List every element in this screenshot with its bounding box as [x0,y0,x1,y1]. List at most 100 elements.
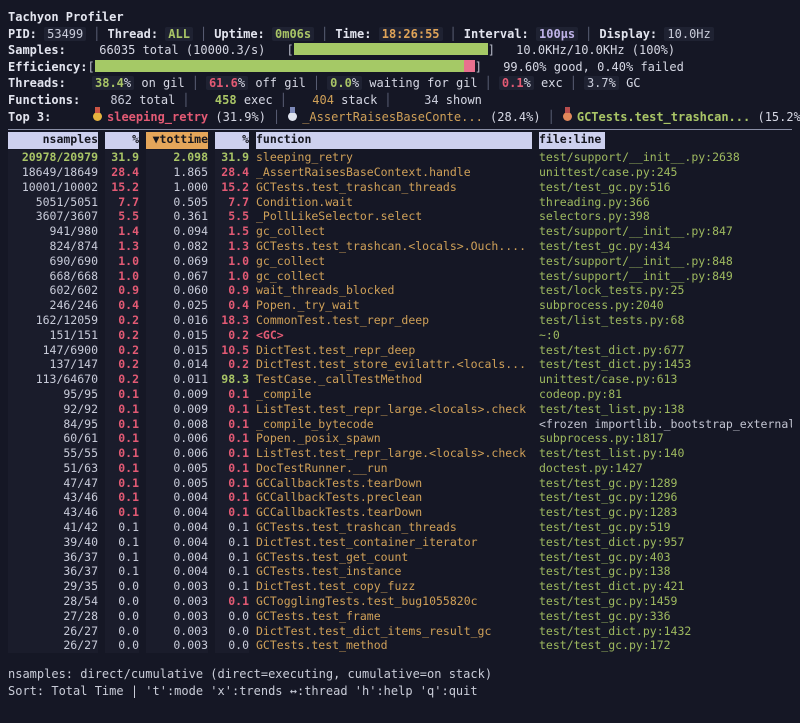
function-cell: DictTest.test_repr_deep [256,343,532,358]
table-row[interactable]: 60/610.10.0060.1Popen._posix_spawnsubpro… [8,431,792,446]
thread-stat-value: 0.1% [499,76,534,90]
column-header-tottime-sorted[interactable]: ▼tottime [146,132,208,149]
nsamples-cell: 3607/3607 [8,209,98,224]
uptime-label: Uptime: [214,27,272,41]
table-row[interactable]: 941/9801.40.0941.5gc_collecttest/support… [8,224,792,239]
direct-pct-cell: 1.3 [105,239,139,254]
function-cell: wait_threads_blocked [256,283,532,298]
table-row[interactable]: 36/370.10.0040.1GCTests.test_get_countte… [8,550,792,565]
table-row[interactable]: 151/1510.20.0150.2<GC>~:0 [8,328,792,343]
nsamples-cell: 60/61 [8,431,98,446]
table-row[interactable]: 55/550.10.0060.1ListTest.test_repr_large… [8,446,792,461]
tottime-cell: 0.008 [146,417,208,432]
file-line-cell: selectors.py:398 [539,209,792,224]
tottime-cell: 0.004 [146,535,208,550]
tottime-cell: 0.060 [146,283,208,298]
efficiency-line: Efficiency:[] 99.60% good, 0.40% failed [8,59,792,76]
bronze-medal-icon [563,112,572,121]
table-row[interactable]: 51/630.10.0050.1DocTestRunner.__rundocte… [8,461,792,476]
table-row[interactable]: 26/270.00.0030.0DictTest.test_dict_items… [8,624,792,639]
table-row[interactable]: 5051/50517.70.5057.7Condition.waitthread… [8,195,792,210]
direct-pct-cell: 0.0 [105,579,139,594]
separator: │ [443,27,464,41]
table-header-row: nsamples % ▼tottime % function file:line [8,132,792,149]
pid-label: PID: [8,27,44,41]
top3-item[interactable]: _AssertRaisesBaseConte... (28.4%) [287,110,540,124]
table-row[interactable]: 47/470.10.0050.1GCCallbackTests.tearDown… [8,476,792,491]
nsamples-cell: 26/27 [8,638,98,653]
nsamples-cell: 41/42 [8,520,98,535]
table-row[interactable]: 39/400.10.0040.1DictTest.test_container_… [8,535,792,550]
direct-pct-cell: 0.1 [105,535,139,550]
table-row[interactable]: 29/350.00.0030.1DictTest.test_copy_fuzzt… [8,579,792,594]
column-header-function[interactable]: function [256,132,532,149]
tottime-cell: 0.025 [146,298,208,313]
table-row[interactable]: 36/370.10.0040.1GCTests.test_instancetes… [8,564,792,579]
nsamples-cell: 668/668 [8,269,98,284]
direct-pct-cell: 7.7 [105,195,139,210]
table-row[interactable]: 95/950.10.0090.1_compilecodeop.py:81 [8,387,792,402]
table-row[interactable]: 147/69000.20.01510.5DictTest.test_repr_d… [8,343,792,358]
table-row[interactable]: 3607/36075.50.3615.5_PollLikeSelector.se… [8,209,792,224]
table-row[interactable]: 28/540.00.0030.1GCTogglingTests.test_bug… [8,594,792,609]
cumulative-pct-cell: 0.1 [215,535,249,550]
separator: │ [306,76,327,90]
table-row[interactable]: 690/6901.00.0691.0gc_collecttest/support… [8,254,792,269]
cumulative-pct-cell: 0.1 [215,476,249,491]
silver-medal-icon [288,112,297,121]
table-row[interactable]: 602/6020.90.0600.9wait_threads_blockedte… [8,283,792,298]
cumulative-pct-cell: 1.0 [215,269,249,284]
top3-item[interactable]: sleeping_retry (31.9%) [92,110,266,124]
direct-pct-cell: 28.4 [105,165,139,180]
cumulative-pct-cell: 0.2 [215,357,249,372]
table-row[interactable]: 824/8741.30.0821.3GCTests.test_trashcan.… [8,239,792,254]
nsamples-cell: 246/246 [8,298,98,313]
column-header-nsamples[interactable]: nsamples [8,132,98,149]
percent-sign: % [352,76,359,90]
table-row[interactable]: 18649/1864928.41.86528.4_AssertRaisesBas… [8,165,792,180]
nsamples-cell: 162/12059 [8,313,98,328]
table-row[interactable]: 113/646700.20.01198.3TestCase._callTestM… [8,372,792,387]
efficiency-bar [95,60,475,72]
nsamples-cell: 137/147 [8,357,98,372]
file-line-cell: test/list_tests.py:68 [539,313,792,328]
cumulative-pct-cell: 0.1 [215,579,249,594]
table-row[interactable]: 41/420.10.0040.1GCTests.test_trashcan_th… [8,520,792,535]
cumulative-pct-cell: 0.1 [215,387,249,402]
function-stat: 862 total [92,93,175,107]
table-row[interactable]: 27/280.00.0030.0GCTests.test_frametest/t… [8,609,792,624]
table-row[interactable]: 84/950.10.0080.1_compile_bytecode<frozen… [8,417,792,432]
nsamples-cell: 36/37 [8,550,98,565]
function-cell: Condition.wait [256,195,532,210]
column-header-file-line[interactable]: file:line [539,132,605,149]
function-cell: GCTests.test_method [256,638,532,653]
table-row[interactable]: 43/460.10.0040.1GCCallbackTests.preclean… [8,490,792,505]
nsamples-cell: 84/95 [8,417,98,432]
function-stat-caption: stack [334,93,377,107]
table-row[interactable]: 162/120590.20.01618.3CommonTest.test_rep… [8,313,792,328]
column-header-direct-pct[interactable]: % [105,132,139,149]
top3-share: (15.2%) [757,110,800,124]
tottime-cell: 0.003 [146,594,208,609]
thread-stat-caption: off gil [248,76,306,90]
column-header-cumulative-pct[interactable]: % [215,132,249,149]
file-line-cell: test/test_dict.py:1453 [539,357,792,372]
table-row[interactable]: 246/2460.40.0250.4Popen._try_waitsubproc… [8,298,792,313]
table-row[interactable]: 668/6681.00.0671.0gc_collecttest/support… [8,269,792,284]
table-row[interactable]: 92/920.10.0090.1ListTest.test_repr_large… [8,402,792,417]
table-row[interactable]: 26/270.00.0030.0GCTests.test_methodtest/… [8,638,792,653]
separator: │ [563,76,584,90]
table-row[interactable]: 20978/2097931.92.09831.9sleeping_retryte… [8,150,792,165]
tottime-cell: 0.361 [146,209,208,224]
thread-stat: 38.4% on gil [92,76,185,90]
table-row[interactable]: 10001/1000215.21.00015.2GCTests.test_tra… [8,180,792,195]
table-row[interactable]: 43/460.10.0040.1GCCallbackTests.tearDown… [8,505,792,520]
function-cell: DictTest.test_store_evilattr.<locals... [256,357,532,372]
separator: │ [266,110,287,124]
cumulative-pct-cell: 0.1 [215,490,249,505]
cumulative-pct-cell: 0.1 [215,417,249,432]
table-row[interactable]: 137/1470.20.0140.2DictTest.test_store_ev… [8,357,792,372]
top3-item[interactable]: GCTests.test_trashcan... (15.2%) [562,110,800,124]
thread-stat: 3.7% GC [584,76,641,90]
separator: │ [185,76,206,90]
